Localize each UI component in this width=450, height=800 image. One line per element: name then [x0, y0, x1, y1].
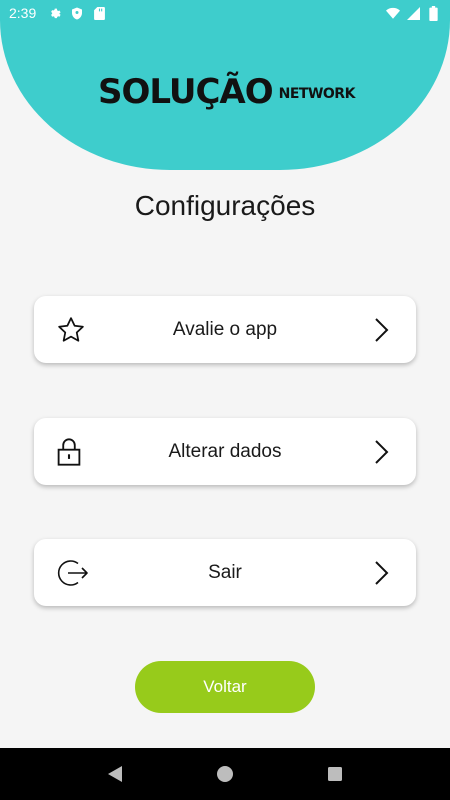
back-button[interactable]: Voltar — [135, 661, 315, 713]
menu-item-label: Avalie o app — [172, 318, 278, 340]
menu-item-logout[interactable]: Sair — [34, 539, 416, 606]
nav-home-icon[interactable] — [205, 754, 245, 794]
star-icon — [56, 315, 86, 345]
logo-sub-text: NETWORK — [278, 86, 356, 102]
status-left: 2:39 — [9, 5, 106, 21]
chevron-right-icon — [374, 439, 390, 465]
system-nav-bar — [0, 748, 450, 800]
logo-main-text: SOLUÇÃO — [98, 72, 274, 112]
brand-logo: SOLUÇÃO NETWORK — [98, 70, 358, 130]
page-title: Configurações — [134, 190, 316, 221]
chevron-right-icon — [374, 317, 390, 343]
menu-item-change-data[interactable]: Alterar dados — [34, 418, 416, 485]
nav-back-icon[interactable] — [95, 754, 135, 794]
shield-icon — [70, 6, 84, 20]
menu-item-rate-app[interactable]: Avalie o app — [34, 296, 416, 363]
battery-icon — [426, 5, 440, 21]
status-right — [386, 5, 440, 21]
gear-icon — [48, 6, 62, 20]
menu-item-label: Sair — [208, 561, 242, 583]
logout-icon — [56, 556, 90, 590]
signal-icon — [406, 6, 420, 20]
lock-icon — [56, 437, 82, 467]
nav-recents-icon[interactable] — [315, 754, 355, 794]
chevron-right-icon — [374, 560, 390, 586]
status-bar: 2:39 — [0, 0, 450, 26]
wifi-icon — [386, 6, 400, 20]
sd-card-icon — [92, 6, 106, 20]
status-time: 2:39 — [9, 5, 37, 21]
menu-item-label: Alterar dados — [168, 440, 282, 462]
